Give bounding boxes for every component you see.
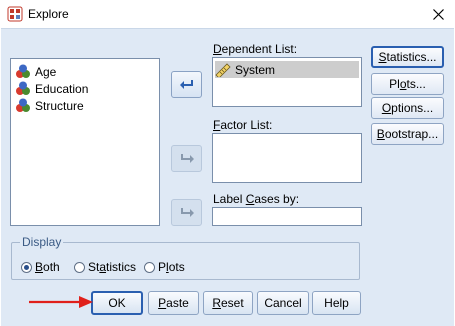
source-variable-list[interactable]: Age Education Structure — [10, 58, 160, 226]
cancel-button[interactable]: Cancel — [257, 291, 309, 315]
display-statistics-radio[interactable]: Statistics — [74, 260, 136, 274]
nominal-variable-icon — [16, 81, 30, 95]
scale-variable-icon — [215, 62, 231, 77]
arrow-right-icon — [180, 207, 194, 217]
list-item[interactable]: Structure — [15, 97, 84, 114]
move-to-label-cases-button[interactable] — [171, 199, 202, 226]
annotation-arrow-icon — [29, 296, 93, 308]
radio-icon — [74, 261, 85, 273]
move-to-factor-button[interactable] — [171, 145, 202, 172]
display-both-radio[interactable]: Both — [21, 260, 60, 274]
nominal-variable-icon — [16, 98, 30, 112]
move-to-dependent-button[interactable] — [171, 71, 202, 98]
statistics-button[interactable]: Statistics... — [371, 46, 444, 68]
display-group-title: Display — [20, 235, 64, 249]
ok-button[interactable]: OK — [91, 291, 143, 315]
dependent-list-label: Dependent List: — [213, 42, 298, 56]
arrow-right-icon — [180, 153, 194, 163]
bootstrap-button[interactable]: Bootstrap... — [371, 123, 444, 145]
close-button[interactable] — [422, 2, 454, 26]
paste-button[interactable]: Paste — [148, 291, 199, 315]
close-icon — [432, 8, 444, 20]
radio-icon — [21, 261, 32, 273]
label-cases-label: Label Cases by: — [213, 192, 300, 206]
factor-list-label: Factor List: — [213, 118, 273, 132]
list-item[interactable]: Age — [15, 63, 56, 80]
spss-app-icon — [7, 6, 23, 22]
display-plots-radio[interactable]: Plots — [144, 260, 185, 274]
help-button[interactable]: Help — [312, 291, 361, 315]
window-title: Explore — [28, 7, 69, 21]
arrow-left-icon — [179, 79, 193, 89]
factor-list[interactable] — [212, 133, 362, 183]
options-button[interactable]: Options... — [371, 97, 444, 119]
title-bar: Explore — [0, 0, 455, 28]
dependent-list[interactable]: System — [212, 57, 362, 107]
plots-button[interactable]: Pl o ts... — [371, 73, 444, 95]
dialog-body: AgeEducationStructure Dependent List: — [1, 28, 454, 326]
list-item[interactable]: System — [215, 61, 359, 78]
label-cases-field[interactable] — [212, 207, 362, 226]
explore-dialog: Explore Age Education Structure Dependen… — [0, 0, 455, 326]
nominal-variable-icon — [16, 64, 30, 78]
reset-button[interactable]: Reset — [203, 291, 253, 315]
display-group: Display Both Statistics Plots — [11, 235, 360, 280]
list-item[interactable]: Education — [15, 80, 88, 97]
radio-icon — [144, 261, 155, 273]
